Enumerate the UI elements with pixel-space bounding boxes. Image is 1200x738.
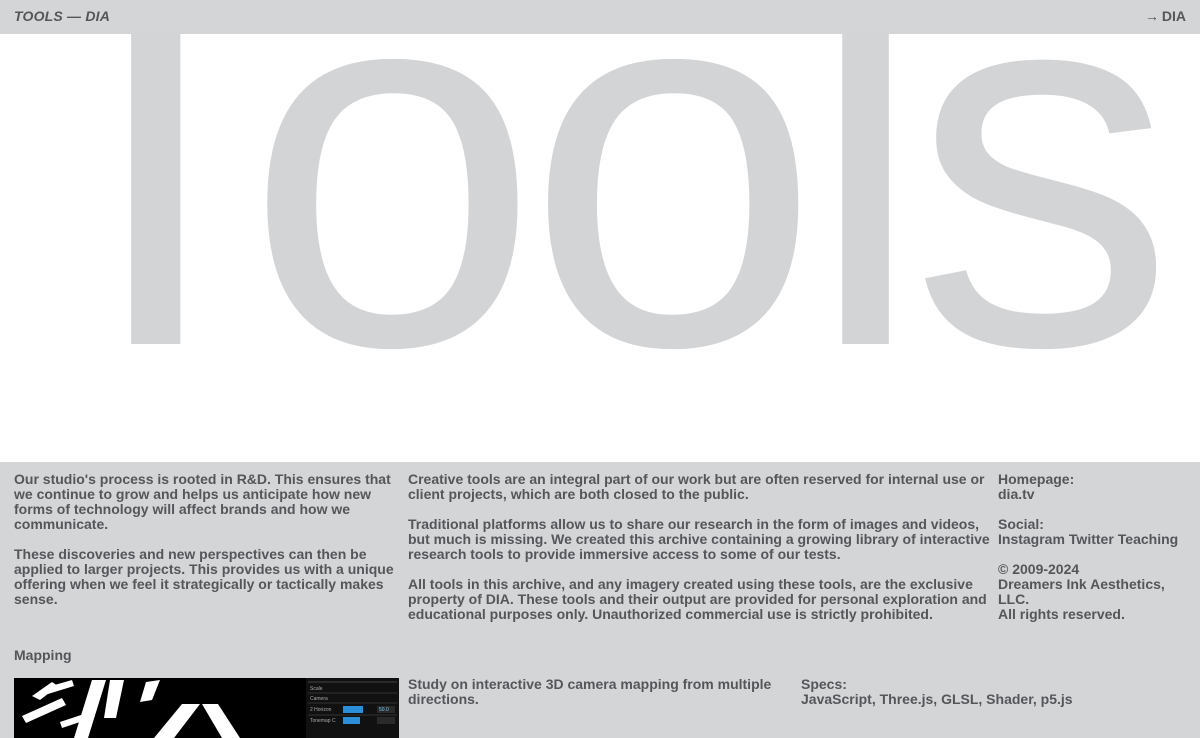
rights-text: All rights reserved. — [998, 606, 1125, 622]
intro-left-paragraph: These discoveries and new perspectives c… — [14, 546, 394, 607]
thumbnail-image: Scale Camera 2 Horizon 50.0 Tonemap C — [14, 678, 399, 738]
panel-row: Camera — [310, 696, 328, 702]
specs-list: JavaScript, Three.js, GLSL, Shader, p5.j… — [801, 691, 1073, 707]
copyright-block: © 2009-2024 Dreamers Ink Aesthetics, LLC… — [998, 562, 1194, 622]
social-link-instagram[interactable]: Instagram — [998, 531, 1065, 547]
panel-row: Scale — [310, 686, 323, 692]
intro-middle-paragraph: All tools in this archive, and any image… — [408, 576, 987, 622]
intro-left-column: Our studio's process is rooted in R&D. T… — [14, 472, 398, 622]
dia-home-link[interactable]: → DIA — [1145, 8, 1186, 24]
tool-thumbnail[interactable]: Scale Camera 2 Horizon 50.0 Tonemap C — [14, 678, 399, 738]
meta-column: Homepage: dia.tv Social: Instagram Twitte… — [998, 472, 1194, 637]
top-bar: TOOLS — DIA → DIA — [0, 0, 1200, 34]
social-link-twitter[interactable]: Twitter — [1069, 531, 1114, 547]
homepage-block: Homepage: dia.tv — [998, 472, 1194, 502]
hero-title: Tools — [0, 34, 1175, 457]
homepage-label: Homepage: — [998, 471, 1075, 487]
copyright-owner: Dreamers Ink Aesthetics, LLC. — [998, 576, 1165, 607]
panel-row: Tonemap C — [310, 718, 336, 724]
copyright-years: © 2009-2024 — [998, 561, 1080, 577]
page-title: TOOLS — DIA — [14, 8, 111, 24]
thumbnail-control-panel: Scale Camera 2 Horizon 50.0 Tonemap C — [306, 678, 399, 738]
panel-row: 2 Horizon — [310, 707, 332, 713]
homepage-link[interactable]: dia.tv — [998, 487, 1194, 502]
specs-label: Specs: — [801, 676, 847, 692]
dia-home-link-label: DIA — [1161, 8, 1186, 24]
social-link-teaching[interactable]: Teaching — [1118, 531, 1178, 547]
intro-middle-column: Creative tools are an integral part of o… — [408, 472, 992, 637]
intro-middle-paragraph: Traditional platforms allow us to share … — [408, 516, 990, 562]
social-block: Social: Instagram Twitter Teaching — [998, 517, 1194, 547]
arrow-right-icon: → — [1144, 8, 1159, 24]
tool-description: Study on interactive 3D camera mapping f… — [408, 676, 772, 707]
social-label: Social: — [998, 516, 1044, 532]
hero: Tools — [0, 34, 1200, 462]
social-links: Instagram Twitter Teaching — [998, 532, 1194, 547]
intro-middle-paragraph: Creative tools are an integral part of o… — [408, 471, 985, 502]
tool-name: Mapping — [14, 647, 72, 663]
tool-specs: Specs: JavaScript, Three.js, GLSL, Shade… — [801, 677, 1191, 707]
intro-left-paragraph: Our studio's process is rooted in R&D. T… — [14, 471, 391, 532]
panel-value: 50.0 — [379, 707, 389, 713]
